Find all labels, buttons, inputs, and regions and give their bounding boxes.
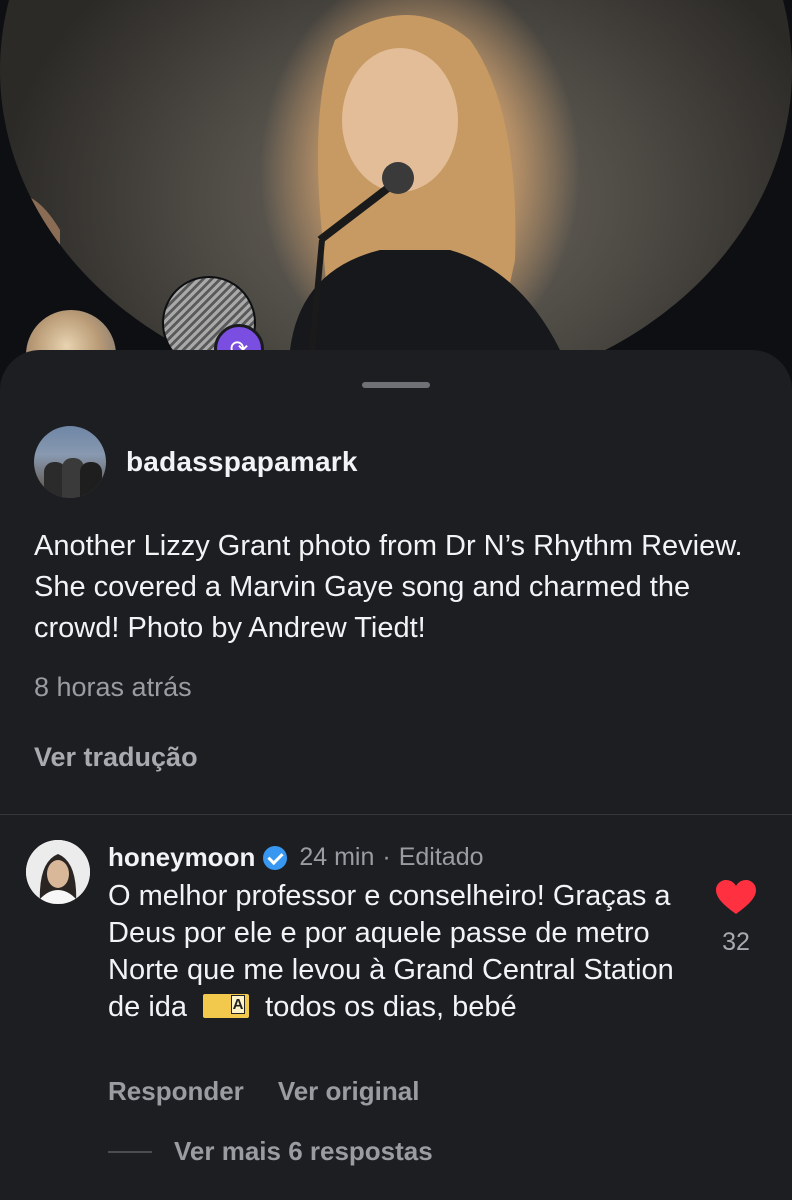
post-caption: Another Lizzy Grant photo from Dr N’s Rh… xyxy=(34,530,743,644)
view-more-replies-button[interactable]: Ver mais 6 respostas xyxy=(174,1136,433,1167)
post-author-avatar[interactable] xyxy=(34,426,106,498)
separator-dot: · xyxy=(382,843,391,871)
story-photo xyxy=(0,0,792,400)
comment-author-username[interactable]: honeymoon xyxy=(108,842,255,873)
edited-label: Editado xyxy=(398,843,484,871)
see-translation-button[interactable]: Ver tradução xyxy=(34,742,198,773)
comments-sheet: badasspapamark Another Lizzy Grant photo… xyxy=(0,350,792,1200)
view-replies-row[interactable]: Ver mais 6 respostas xyxy=(108,1136,433,1167)
comment-actions: Responder Ver original xyxy=(108,1076,419,1107)
post-author[interactable]: badasspapamark xyxy=(34,426,358,498)
replies-divider-line xyxy=(108,1150,152,1153)
comment-timestamp: 24 min xyxy=(299,843,375,871)
post-timestamp: 8 horas atrás xyxy=(34,672,192,702)
see-original-button[interactable]: Ver original xyxy=(278,1076,420,1107)
comment-text: O melhor professor e conselheiro! Graças… xyxy=(108,878,688,1026)
comment-author-avatar[interactable] xyxy=(26,840,90,904)
comment-text-part: todos os dias, bebé xyxy=(257,991,517,1023)
verified-badge-icon xyxy=(263,845,288,870)
heart-icon[interactable] xyxy=(716,880,756,916)
performer-illustration xyxy=(0,15,560,351)
like-count: 32 xyxy=(722,928,750,956)
reply-button[interactable]: Responder xyxy=(108,1076,244,1107)
story-background-photo: ⟳ xyxy=(0,0,792,400)
post-author-username[interactable]: badasspapamark xyxy=(126,446,358,478)
ticket-emoji-icon xyxy=(203,994,250,1018)
divider xyxy=(0,814,792,815)
sheet-grabber[interactable] xyxy=(362,382,430,388)
comment-header: honeymoon 24 min · Editado xyxy=(108,842,484,873)
